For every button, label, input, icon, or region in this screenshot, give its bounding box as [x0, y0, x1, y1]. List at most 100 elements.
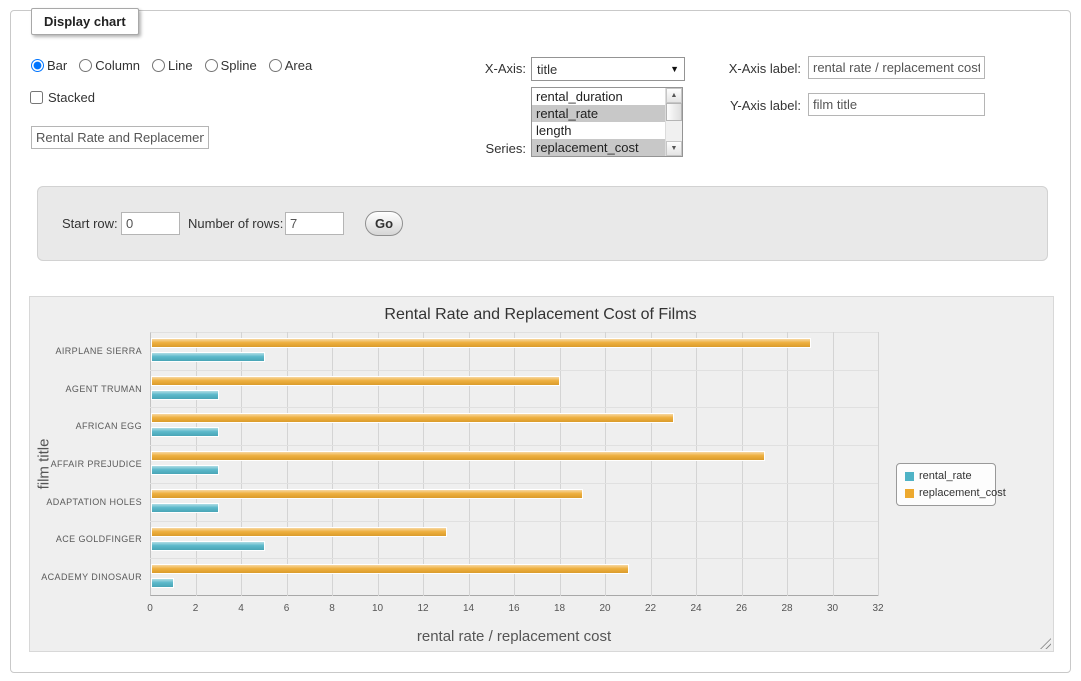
- radio-label: Spline: [221, 58, 257, 73]
- radio-column[interactable]: [79, 59, 92, 72]
- legend-item-replacement_cost[interactable]: replacement_cost: [905, 487, 987, 499]
- resize-handle-icon[interactable]: [1040, 638, 1051, 649]
- bar-rental_rate-academy-dinosaur: [151, 578, 174, 588]
- bar-replacement_cost-affair-prejudice: [151, 451, 765, 461]
- gridline: [833, 332, 834, 596]
- series-option-rental_rate[interactable]: rental_rate: [532, 105, 666, 122]
- bar-replacement_cost-academy-dinosaur: [151, 564, 629, 574]
- legend-label: rental_rate: [919, 470, 972, 482]
- rows-panel: Start row: Number of rows: Go: [37, 186, 1048, 261]
- series-option-length[interactable]: length: [532, 122, 666, 139]
- gridline: [150, 558, 878, 559]
- number-of-rows-label: Number of rows:: [188, 216, 283, 231]
- gridline: [651, 332, 652, 596]
- scroll-up-icon[interactable]: ▲: [666, 88, 682, 103]
- scroll-down-icon[interactable]: ▼: [666, 141, 682, 156]
- category-label: AIRPLANE SIERRA: [30, 345, 142, 357]
- bar-rental_rate-affair-prejudice: [151, 465, 219, 475]
- gridline: [605, 332, 606, 596]
- x-axis-label-field-label: X-Axis label:: [691, 61, 801, 76]
- start-row-input[interactable]: [121, 212, 180, 235]
- chart-type-option-spline[interactable]: Spline: [205, 58, 257, 73]
- x-axis-selected-value: title: [537, 62, 557, 77]
- x-tick-label: 18: [540, 603, 580, 614]
- legend-item-rental_rate[interactable]: rental_rate: [905, 470, 987, 482]
- display-chart-panel: Display chart Bar Column Line Spline Area St…: [10, 10, 1071, 673]
- chart-type-option-line[interactable]: Line: [152, 58, 193, 73]
- radio-label: Bar: [47, 58, 67, 73]
- bar-rental_rate-adaptation-holes: [151, 503, 219, 513]
- radio-label: Line: [168, 58, 193, 73]
- gridline: [241, 332, 242, 596]
- bar-replacement_cost-agent-truman: [151, 376, 560, 386]
- chart-area: Rental Rate and Replacement Cost of Film…: [29, 296, 1054, 652]
- gridline: [514, 332, 515, 596]
- stacked-checkbox[interactable]: [30, 91, 43, 104]
- x-axis-select-label: X-Axis:: [411, 61, 526, 76]
- radio-spline[interactable]: [205, 59, 218, 72]
- gridline: [150, 407, 878, 408]
- x-axis-select[interactable]: title ▼: [531, 57, 685, 81]
- bar-rental_rate-airplane-sierra: [151, 352, 265, 362]
- chart-title: Rental Rate and Replacement Cost of Film…: [30, 306, 1051, 324]
- x-tick-label: 24: [676, 603, 716, 614]
- series-multiselect[interactable]: ▲ ▼ rental_durationrental_ratelengthrepl…: [531, 87, 683, 157]
- x-axis-title: rental rate / replacement cost: [150, 628, 878, 645]
- x-tick-label: 26: [722, 603, 762, 614]
- y-axis-label-field-label: Y-Axis label:: [691, 98, 801, 113]
- category-label: ACE GOLDFINGER: [30, 533, 142, 545]
- gridline: [696, 332, 697, 596]
- x-tick-label: 2: [176, 603, 216, 614]
- bar-rental_rate-african-egg: [151, 427, 219, 437]
- x-tick-label: 6: [267, 603, 307, 614]
- stacked-checkbox-row[interactable]: Stacked: [30, 90, 95, 105]
- legend-swatch: [905, 472, 914, 481]
- chart-type-option-bar[interactable]: Bar: [31, 58, 67, 73]
- bar-rental_rate-ace-goldfinger: [151, 541, 265, 551]
- x-tick-label: 8: [312, 603, 352, 614]
- go-button[interactable]: Go: [365, 211, 403, 236]
- x-axis-label-input[interactable]: [808, 56, 985, 79]
- chart-type-option-area[interactable]: Area: [269, 58, 312, 73]
- gridline: [196, 332, 197, 596]
- x-tick-label: 20: [585, 603, 625, 614]
- chart-type-radio-group: Bar Column Line Spline Area: [31, 58, 312, 73]
- number-of-rows-input[interactable]: [285, 212, 344, 235]
- x-tick-label: 0: [130, 603, 170, 614]
- series-option-rental_duration[interactable]: rental_duration: [532, 88, 666, 105]
- panel-legend: Display chart: [31, 8, 139, 35]
- category-label: AGENT TRUMAN: [30, 383, 142, 395]
- chart-legend: rental_rate replacement_cost: [896, 463, 996, 506]
- chart-title-input[interactable]: [31, 126, 209, 149]
- y-axis-title: film title: [36, 439, 53, 490]
- x-tick-label: 32: [858, 603, 898, 614]
- legend-swatch: [905, 489, 914, 498]
- x-tick-label: 12: [403, 603, 443, 614]
- x-tick-label: 4: [221, 603, 261, 614]
- series-option-replacement_cost[interactable]: replacement_cost: [532, 139, 666, 156]
- series-scrollbar[interactable]: ▲ ▼: [665, 88, 682, 156]
- gridline: [332, 332, 333, 596]
- radio-bar[interactable]: [31, 59, 44, 72]
- category-label: ADAPTATION HOLES: [30, 496, 142, 508]
- x-tick-label: 10: [358, 603, 398, 614]
- gridline: [423, 332, 424, 596]
- bar-replacement_cost-african-egg: [151, 413, 674, 423]
- gridline: [878, 332, 879, 596]
- radio-area[interactable]: [269, 59, 282, 72]
- series-select-label: Series:: [411, 141, 526, 156]
- scroll-thumb[interactable]: [666, 103, 682, 121]
- gridline: [150, 483, 878, 484]
- gridline: [378, 332, 379, 596]
- start-row-label: Start row:: [62, 216, 118, 231]
- gridline: [150, 370, 878, 371]
- y-axis-label-input[interactable]: [808, 93, 985, 116]
- radio-line[interactable]: [152, 59, 165, 72]
- bar-rental_rate-agent-truman: [151, 390, 219, 400]
- gridline: [742, 332, 743, 596]
- x-tick-label: 30: [813, 603, 853, 614]
- chart-type-option-column[interactable]: Column: [79, 58, 140, 73]
- gridline: [150, 521, 878, 522]
- bar-replacement_cost-ace-goldfinger: [151, 527, 447, 537]
- gridline: [469, 332, 470, 596]
